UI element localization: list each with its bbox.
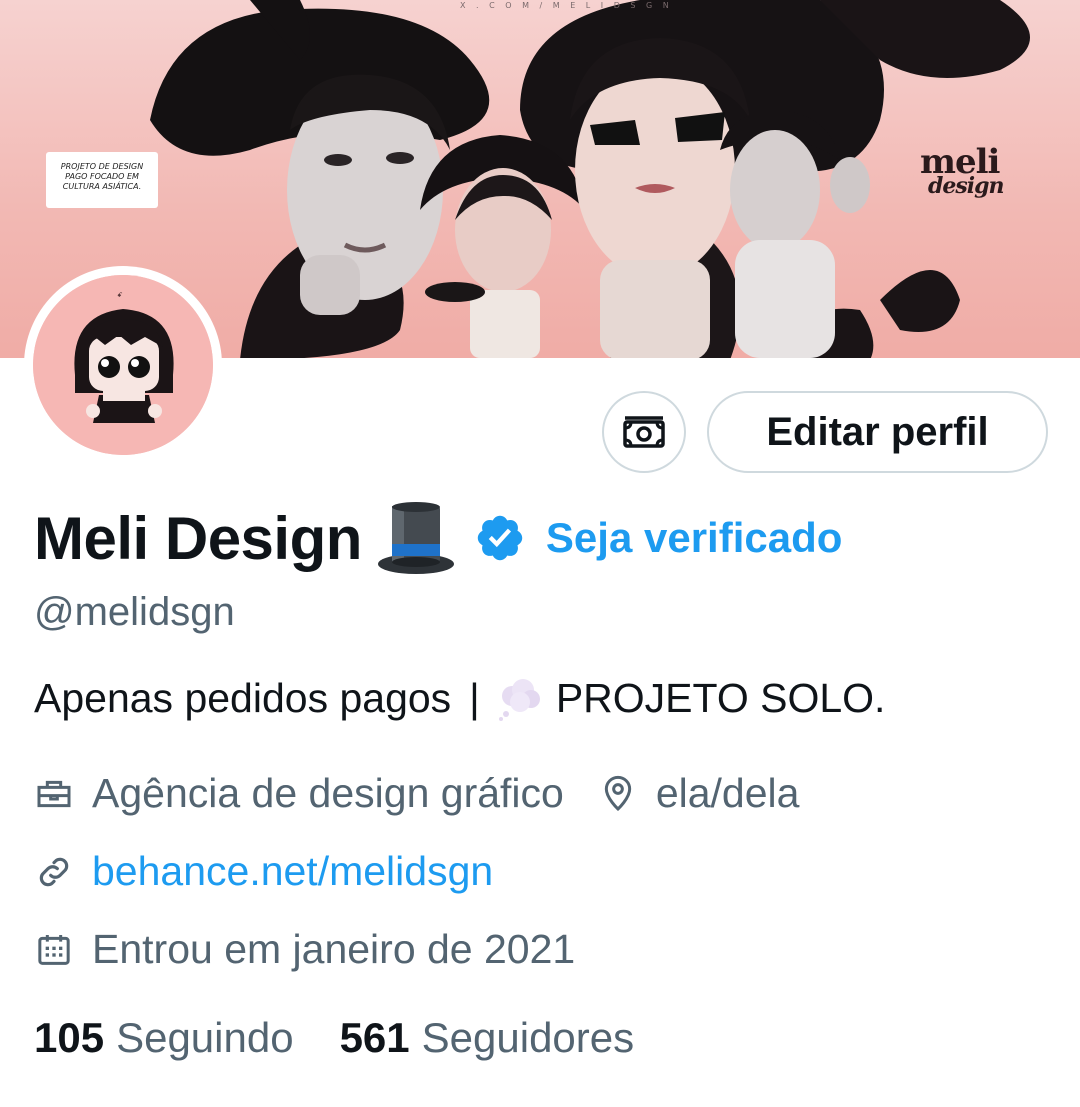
following-label: Seguindo [116,1014,294,1061]
banner-brand-logo: meli design [920,142,1005,199]
verified-badge-icon[interactable] [474,512,526,564]
calendar-icon [38,934,70,965]
followers-count: 561 [339,1014,410,1061]
tip-button[interactable] [602,391,686,473]
profile-website-row: behance.net/melidsgn [34,848,493,895]
bio-text-2: PROJETO SOLO. [555,674,886,721]
briefcase-icon [37,780,71,807]
profile-handle: @melidsgn [34,590,235,634]
following-link[interactable]: 105 Seguindo [34,1014,294,1062]
brand-word-meli: meli [920,142,1000,182]
link-icon [39,857,69,886]
followers-link[interactable]: 561 Seguidores [340,1014,635,1062]
avatar-image: ꗃ [33,275,213,455]
profile-category: Agência de design gráfico [92,770,564,816]
profile-joined-row: Entrou em janeiro de 2021 [34,926,575,973]
display-name: Meli Design [34,504,362,572]
profile-website-link[interactable]: behance.net/melidsgn [92,848,493,895]
avatar[interactable]: ꗃ [24,266,222,464]
svg-text:X . C O M / M E L I D S G N: X . C O M / M E L I D S G N [460,1,673,10]
money-icon [623,416,665,448]
bio-text: Apenas pedidos pagos [34,674,452,721]
location-pin-icon [604,775,631,811]
edit-profile-label: Editar perfil [766,409,989,454]
edit-profile-button[interactable]: Editar perfil [707,391,1048,473]
brand-word-design: design [928,173,1005,199]
following-count: 105 [34,1014,105,1061]
get-verified-link[interactable]: Seja verificado [546,514,842,562]
bio-separator: | [469,674,480,721]
banner-caption: PROJETO DE DESIGN PAGO FOCADO EM CULTURA… [46,152,158,208]
top-hat-icon [377,502,454,574]
svg-text:ꗃ: ꗃ [117,291,123,299]
banner-caption-text: PROJETO DE DESIGN PAGO FOCADO EM CULTURA… [60,162,144,191]
followers-label: Seguidores [421,1014,635,1061]
thought-cloud-icon [498,679,540,721]
profile-meta-row: Agência de design gráfico ela/dela [34,770,799,817]
profile-bio: Apenas pedidos pagos | PROJETO SOLO. [34,674,885,722]
profile-location: ela/dela [655,770,800,816]
profile-joined-date: Entrou em janeiro de 2021 [92,926,576,972]
profile-stats: 105 Seguindo 561 Seguidores [34,1014,634,1062]
profile-name-row: Meli Design Seja verificado [34,498,842,578]
avatar-illustration: ꗃ [33,275,213,455]
